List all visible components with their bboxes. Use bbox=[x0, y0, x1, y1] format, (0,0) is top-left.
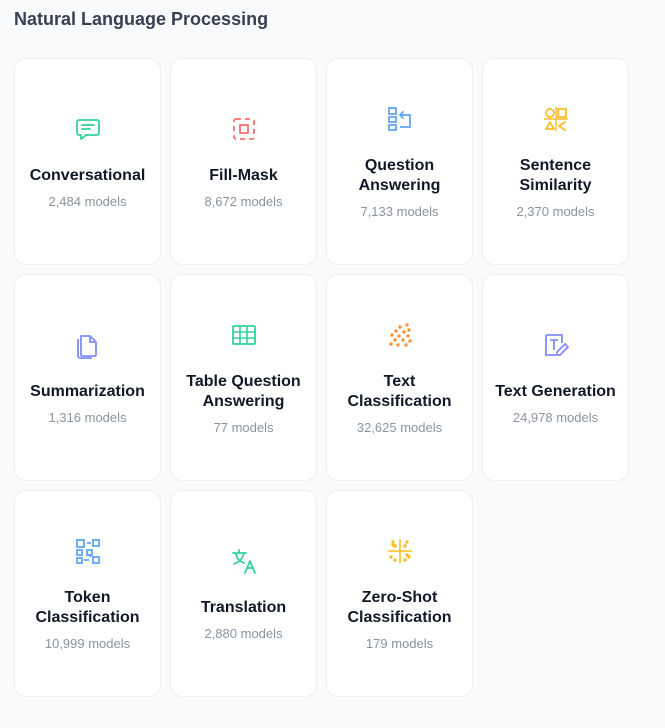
model-count: 77 models bbox=[213, 419, 274, 435]
documents-icon bbox=[73, 330, 103, 360]
translate-icon bbox=[229, 546, 259, 576]
task-card-fill-mask[interactable]: Fill-Mask 8,672 models bbox=[170, 58, 317, 265]
task-name: Text Generation bbox=[495, 382, 616, 400]
task-grid: Conversational 2,484 models Fill-Mask 8,… bbox=[14, 58, 629, 697]
model-count: 1,316 models bbox=[48, 409, 127, 425]
dots-icon bbox=[385, 320, 415, 350]
task-name: Fill-Mask bbox=[209, 166, 278, 184]
model-count: 10,999 models bbox=[44, 635, 131, 651]
task-card-summarization[interactable]: Summarization 1,316 models bbox=[14, 274, 161, 481]
task-card-token-classification[interactable]: Token Classification 10,999 models bbox=[14, 490, 161, 697]
fill-mask-icon bbox=[229, 114, 259, 144]
task-card-sentence-similarity[interactable]: Sentence Similarity 2,370 models bbox=[482, 58, 629, 265]
model-count: 32,625 models bbox=[356, 419, 443, 435]
table-icon bbox=[229, 320, 259, 350]
token-grid-icon bbox=[73, 536, 103, 566]
task-card-zero-shot-classification[interactable]: Zero-Shot Classification 179 models bbox=[326, 490, 473, 697]
task-card-conversational[interactable]: Conversational 2,484 models bbox=[14, 58, 161, 265]
task-name: Translation bbox=[200, 598, 287, 616]
model-count: 2,880 models bbox=[204, 625, 283, 641]
chat-icon bbox=[73, 114, 103, 144]
question-answering-icon bbox=[385, 104, 415, 134]
model-count: 2,370 models bbox=[516, 203, 595, 219]
model-count: 2,484 models bbox=[48, 193, 127, 209]
task-card-text-generation[interactable]: Text Generation 24,978 models bbox=[482, 274, 629, 481]
model-count: 7,133 models bbox=[360, 203, 439, 219]
task-name: Question Answering bbox=[358, 156, 441, 194]
scatter-crosshair-icon bbox=[385, 536, 415, 566]
text-pencil-icon bbox=[541, 330, 571, 360]
task-name: Zero-Shot Classification bbox=[347, 588, 452, 626]
task-card-translation[interactable]: Translation 2,880 models bbox=[170, 490, 317, 697]
model-count: 24,978 models bbox=[512, 409, 599, 425]
task-name: Table Question Answering bbox=[186, 372, 301, 410]
model-count: 8,672 models bbox=[204, 193, 283, 209]
task-card-text-classification[interactable]: Text Classification 32,625 models bbox=[326, 274, 473, 481]
model-count: 179 models bbox=[365, 635, 434, 651]
task-name: Summarization bbox=[30, 382, 145, 400]
task-name: Text Classification bbox=[347, 372, 452, 410]
task-card-table-question-answering[interactable]: Table Question Answering 77 models bbox=[170, 274, 317, 481]
task-card-question-answering[interactable]: Question Answering 7,133 models bbox=[326, 58, 473, 265]
sentence-similarity-icon bbox=[541, 104, 571, 134]
task-name: Token Classification bbox=[35, 588, 140, 626]
section-title: Natural Language Processing bbox=[14, 9, 269, 29]
task-name: Conversational bbox=[29, 166, 146, 184]
task-name: Sentence Similarity bbox=[519, 156, 592, 194]
